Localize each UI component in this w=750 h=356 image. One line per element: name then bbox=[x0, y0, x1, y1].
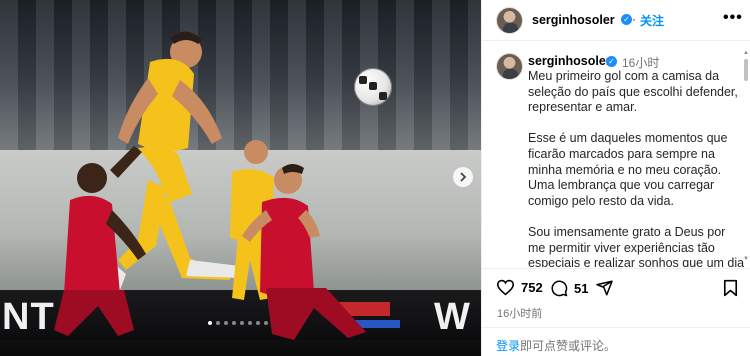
caption-avatar[interactable] bbox=[496, 53, 523, 80]
separator-dot: · bbox=[632, 12, 636, 26]
carousel-dot bbox=[216, 321, 220, 325]
share-icon bbox=[596, 280, 613, 296]
avatar[interactable] bbox=[496, 7, 523, 34]
save-button[interactable] bbox=[723, 279, 738, 297]
post-side-panel: serginhosoler ✓ · 关注 ••• serginhosoler ✓… bbox=[481, 0, 750, 356]
scroll-up-icon[interactable]: ▲ bbox=[743, 50, 749, 56]
carousel-dot bbox=[256, 321, 260, 325]
comment-prompt-text: 登录即可点赞或评论。 bbox=[496, 337, 616, 354]
carousel-dot bbox=[232, 321, 236, 325]
posted-time: 16小时前 bbox=[497, 308, 543, 320]
next-photo-button[interactable] bbox=[453, 167, 473, 187]
more-options-icon[interactable]: ••• bbox=[723, 9, 743, 27]
scroll-thumb[interactable] bbox=[744, 59, 748, 81]
carousel-dot bbox=[224, 321, 228, 325]
caption-text: Meu primeiro gol com a camisa da seleção… bbox=[528, 69, 746, 267]
like-count: 752 bbox=[521, 280, 543, 295]
header-username[interactable]: serginhosoler bbox=[532, 13, 615, 27]
share-button[interactable] bbox=[595, 279, 614, 297]
carousel-dot bbox=[240, 321, 244, 325]
login-link[interactable]: 登录 bbox=[496, 339, 520, 353]
players-illustration bbox=[54, 31, 366, 340]
comment-prompt-rest: 即可点赞或评论。 bbox=[520, 339, 617, 353]
caption-paragraph: Esse é um daqueles momentos que ficarão … bbox=[528, 131, 728, 208]
red-player-left bbox=[54, 146, 146, 336]
actions-bar: 752 51 16小时前 登录即可点赞或评论。 bbox=[482, 268, 750, 356]
chevron-right-icon bbox=[460, 172, 467, 182]
carousel-dot bbox=[208, 321, 212, 325]
bookmark-icon bbox=[723, 279, 738, 297]
verified-badge-icon: ✓ bbox=[621, 14, 632, 25]
post-photo[interactable]: NT W bbox=[0, 0, 481, 356]
like-button[interactable]: 752 bbox=[496, 279, 543, 296]
caption-paragraph: Meu primeiro gol com a camisa da seleção… bbox=[528, 69, 738, 115]
caption-paragraph: Sou imensamente grato a Deus por me perm… bbox=[528, 224, 745, 267]
caption-username[interactable]: serginhosoler bbox=[528, 54, 611, 68]
comment-count: 51 bbox=[574, 280, 589, 296]
comment-button[interactable]: 51 bbox=[550, 279, 588, 297]
comment-icon bbox=[551, 280, 568, 297]
post-header: serginhosoler ✓ · 关注 ••• bbox=[482, 0, 750, 41]
caption-scrollbar[interactable]: ▲ ▼ bbox=[743, 50, 749, 266]
scroll-down-icon[interactable]: ▼ bbox=[743, 256, 749, 262]
carousel-indicator bbox=[208, 321, 268, 325]
carousel-dot bbox=[264, 321, 268, 325]
follow-button[interactable]: 关注 bbox=[640, 12, 664, 29]
heart-icon bbox=[496, 279, 515, 296]
verified-badge-icon: ✓ bbox=[606, 56, 617, 67]
carousel-dot bbox=[248, 321, 252, 325]
comment-login-prompt: 登录即可点赞或评论。 bbox=[482, 327, 750, 356]
soccer-ball bbox=[354, 68, 392, 106]
